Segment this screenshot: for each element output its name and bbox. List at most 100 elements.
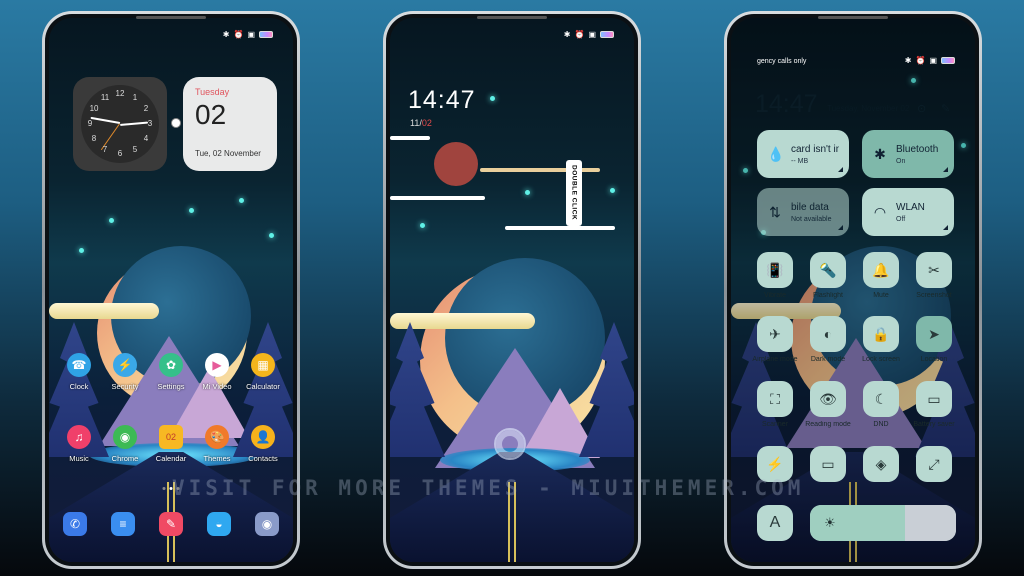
app-clock[interactable]: ☎ Clock (57, 353, 101, 391)
toggle-location[interactable]: ➤ (916, 316, 952, 352)
clock-widget[interactable]: 12 1 2 3 4 5 6 7 8 9 10 11 (73, 77, 167, 171)
app-label: Calculator (246, 382, 280, 391)
speaker-grill (818, 16, 888, 19)
clock-number: 4 (143, 134, 149, 143)
app-calculator[interactable]: ▦ Calculator (241, 353, 285, 391)
double-click-hint: DOUBLE CLICK (566, 160, 582, 226)
toggle-cast[interactable]: ▭ (810, 446, 846, 482)
calendar-full-date: Tue, 02 November (195, 149, 261, 158)
widget-edit-icon[interactable] (171, 118, 181, 128)
toggle-dark-mode[interactable]: ◐ (810, 316, 846, 352)
camera-icon[interactable]: ◉ (255, 512, 279, 536)
app-music[interactable]: ♫ Music (57, 425, 101, 463)
toggle-label: Flashlight (813, 292, 843, 299)
mi-video-icon: ▶ (205, 353, 229, 377)
expand-corner-icon[interactable] (943, 167, 948, 172)
brightness-slider[interactable]: ☀ (810, 505, 956, 541)
fingerprint-icon[interactable] (494, 428, 526, 460)
app-label: Security (111, 382, 139, 391)
app-label: Music (69, 454, 89, 463)
lock-time: 14:47 (408, 86, 476, 114)
bluetooth-icon: ✱ (904, 56, 912, 65)
tile-wifi[interactable]: ◠ WLAN Off (862, 188, 954, 236)
notes-icon[interactable]: ≡ (111, 512, 135, 536)
calendar-day: 02 (195, 99, 227, 130)
toggle-label: Location (920, 356, 948, 363)
tile-title: card isn't insta (791, 143, 839, 155)
clock-number: 10 (89, 104, 99, 113)
auto-brightness-label: A (769, 514, 781, 531)
bluetooth-icon: ✱ (563, 30, 571, 39)
page-dot[interactable] (162, 487, 166, 490)
toggle-vibrate[interactable]: 📳 (757, 252, 793, 288)
lock-date-month: 11/ (410, 118, 422, 128)
gallery-icon[interactable]: ◒ (207, 512, 231, 536)
screenshot-icon: ✂ (928, 261, 940, 278)
phone-icon[interactable]: ✆ (63, 512, 87, 536)
toggle-label: DND (873, 421, 889, 428)
toggle-label: Reading mode (805, 421, 851, 428)
edit-icon[interactable]: ✎ (941, 102, 950, 115)
status-bar: ✱ ⏰ ▣ (223, 30, 273, 39)
app-chrome[interactable]: ◉ Chrome (103, 425, 147, 463)
battery-icon (259, 31, 273, 38)
auto-brightness-button[interactable]: A (757, 505, 793, 541)
tile-title: Bluetooth (896, 143, 939, 155)
location-icon: ➤ (928, 325, 940, 342)
calendar-weekday: Tuesday (195, 87, 230, 97)
alarm-icon: ⏰ (233, 30, 244, 39)
toggle-label: Scanner (761, 421, 789, 428)
toggle-moon[interactable]: ☾ (863, 381, 899, 417)
sun-icon: ☀ (824, 515, 836, 530)
expand-corner-icon[interactable] (838, 225, 843, 230)
wallpaper-sun (434, 142, 478, 186)
toggle-bell[interactable]: 🔔 (863, 252, 899, 288)
dock: ✆ ≡ ✎ ◒ ◉ (63, 512, 279, 536)
carrier-status: gency calls only (757, 58, 807, 65)
speaker-grill (477, 16, 547, 19)
app-security[interactable]: ⚡ Security (103, 353, 147, 391)
settings-icon: ✿ (159, 353, 183, 377)
lock-icon: 🔒 (872, 325, 890, 342)
app-contacts[interactable]: 👤 Contacts (241, 425, 285, 463)
toggle-label: Airplane mode (752, 356, 798, 363)
toggle-screenshot[interactable]: ✂ (916, 252, 952, 288)
toggle-mi-share[interactable]: ◈ (863, 446, 899, 482)
expand-corner-icon[interactable] (838, 167, 843, 172)
toggle-eye[interactable]: 👁 (810, 381, 846, 417)
toggle-label: Screenshot (916, 292, 952, 299)
app-mi-video[interactable]: ▶ Mi Video (195, 353, 239, 391)
messaging-icon[interactable]: ✎ (159, 512, 183, 536)
toggle-scanner[interactable]: ⛶ (757, 381, 793, 417)
app-themes[interactable]: 🎨 Themes (195, 425, 239, 463)
toggle-airplane[interactable]: ✈ (757, 316, 793, 352)
mobile-data-icon: ⇅ (769, 203, 781, 220)
toggle-battery-saver[interactable]: ▭ (916, 381, 952, 417)
toggle-label: Lock screen (862, 356, 900, 363)
calendar-icon: 02 (159, 425, 183, 449)
app-calendar[interactable]: 02 Calendar (149, 425, 193, 463)
battery-icon (600, 31, 614, 38)
tile-data-usage[interactable]: 💧 card isn't insta -- MB (757, 130, 849, 178)
calendar-widget[interactable]: Tuesday 02 Tue, 02 November (183, 77, 277, 171)
battery-icon (941, 57, 955, 64)
lightning-icon: ⚡ (766, 455, 784, 472)
sim-icon: ▣ (588, 30, 596, 39)
tile-mobile-data[interactable]: ⇅ bile data Not available (757, 188, 849, 236)
vibrate-icon: 📳 (766, 261, 784, 278)
clock-number: 5 (132, 144, 138, 154)
app-settings[interactable]: ✿ Settings (149, 353, 193, 391)
toggle-label: Mute (873, 292, 889, 299)
clock-number: 9 (87, 119, 93, 128)
airplane-icon: ✈ (769, 325, 781, 342)
eye-icon: 👁 (819, 390, 837, 407)
toggle-lock[interactable]: 🔒 (863, 316, 899, 352)
app-label: Mi Video (202, 382, 232, 391)
toggle-screen-rotate[interactable]: ⤢ (916, 446, 952, 482)
toggle-flashlight[interactable]: 🔦 (810, 252, 846, 288)
tile-bluetooth[interactable]: ✱ Bluetooth On (862, 130, 954, 178)
settings-icon[interactable]: ⊙ (917, 102, 926, 115)
clock-number: 7 (102, 144, 108, 154)
expand-corner-icon[interactable] (943, 225, 948, 230)
themes-icon: 🎨 (205, 425, 229, 449)
